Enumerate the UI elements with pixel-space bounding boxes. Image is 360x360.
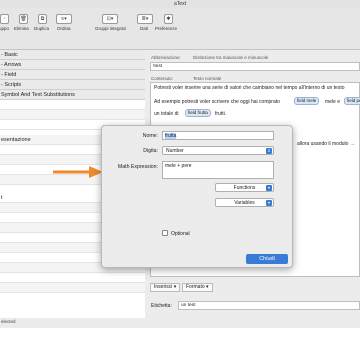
list-item[interactable] <box>0 273 145 283</box>
type-select[interactable]: Number ⇕ <box>162 146 274 155</box>
toolbar-label-preferences: Preferenze <box>155 26 178 31</box>
optional-label: Optional <box>171 231 190 237</box>
field-token-frutta[interactable]: field frutta <box>185 109 211 117</box>
name-label: Nome: <box>142 133 158 139</box>
group-button[interactable]: ▫ <box>0 14 9 24</box>
insert-menu-button[interactable]: Inserisci ▾ <box>150 283 181 292</box>
optional-checkbox[interactable] <box>162 230 168 236</box>
stepper-icon: ⇕ <box>266 148 272 154</box>
close-button[interactable]: Chiudi <box>246 254 288 264</box>
field-token-mele[interactable]: field mele <box>294 97 320 105</box>
sort-icon[interactable]: ≡▾ <box>56 14 72 24</box>
functions-menu[interactable]: Functions ▾ <box>215 183 274 192</box>
list-group-basic[interactable]: - Basic <box>0 50 145 60</box>
list-group-symbols[interactable]: Symbol And Text Substitutions <box>0 90 145 100</box>
list-group-arrows[interactable]: - Arrows <box>0 60 145 70</box>
content-line-4: allora usando il modulo → <box>297 141 355 147</box>
type-value: Number <box>166 148 184 154</box>
title-bar: aText <box>0 0 360 8</box>
preferences-icon[interactable]: ✱ <box>164 14 173 24</box>
name-field[interactable]: frutta <box>162 131 274 140</box>
variables-menu[interactable]: Variables ▾ <box>215 198 274 207</box>
format-menu-button[interactable]: Formato ▾ <box>182 283 213 292</box>
list-item[interactable] <box>0 100 145 110</box>
toolbar-label-delete: Elimina <box>14 26 29 31</box>
trash-icon[interactable]: 🗑 <box>19 14 28 24</box>
toolbar: ▫ uppo 🗑 Elimina ⧉ Duplica ≡▾ Ordina ⊡▾ … <box>0 8 360 50</box>
status-text: elected <box>0 318 146 326</box>
chevron-down-icon: ▾ <box>266 200 272 206</box>
type-label: Digita: <box>143 148 158 154</box>
content-line-1: Potresti voler inserire una serie di val… <box>154 85 345 91</box>
content-line-2b: mele e <box>325 99 341 105</box>
tag-label: Etichetta: <box>151 303 172 309</box>
editor-bottom-bar: Inserisci ▾ Formato ▾ <box>150 283 360 292</box>
case-sensitivity-option[interactable]: Distinzione tra maiuscole e minuscole <box>193 55 268 60</box>
list-group-field[interactable]: - Field <box>0 70 145 80</box>
data-icon[interactable]: ≣▾ <box>137 14 153 24</box>
content-line-3: un totale di <box>154 111 179 117</box>
insert-label: Inserisci <box>154 284 173 290</box>
field-settings-dialog: Nome: frutta Digita: Number ⇕ Math Expre… <box>101 125 293 268</box>
name-value: frutta <box>165 133 177 139</box>
toolbar-label-duplicate: Duplica <box>34 26 50 31</box>
toolbar-label-groups: Gruppi integrati <box>95 26 126 31</box>
list-item[interactable] <box>0 283 145 293</box>
content-label: Contenuto: <box>151 76 174 81</box>
toolbar-label-data: Dati <box>140 26 149 31</box>
format-label: Formato <box>186 284 205 290</box>
abbreviation-field[interactable]: !test <box>150 62 360 71</box>
chevron-down-icon: ▾ <box>266 185 272 191</box>
content-type-select[interactable]: Testo normale <box>193 76 221 81</box>
abbreviation-label: Abbreviazione: <box>151 55 181 60</box>
content-line-3b: frutti. <box>215 111 227 117</box>
content-line-2: Ad esempio potresti voler scrivere che o… <box>154 99 280 105</box>
variables-label: Variables <box>234 200 255 206</box>
duplicate-icon[interactable]: ⧉ <box>38 14 47 24</box>
integrated-groups-icon[interactable]: ⊡▾ <box>102 14 118 24</box>
toolbar-label-group: uppo <box>0 26 10 31</box>
toolbar-label-sort: Ordina <box>57 26 71 31</box>
field-token-pere[interactable]: field pe <box>344 97 360 105</box>
math-expression-label: Math Expression: <box>117 164 158 170</box>
annotation-arrow-icon <box>53 166 103 178</box>
list-item[interactable] <box>0 110 145 120</box>
tag-field[interactable]: un test <box>178 301 360 310</box>
list-group-scripts[interactable]: - Scripts <box>0 80 145 90</box>
functions-label: Functions <box>233 185 256 191</box>
math-expression-field[interactable]: mele + pere <box>162 161 274 179</box>
window-title: aText <box>174 1 186 7</box>
